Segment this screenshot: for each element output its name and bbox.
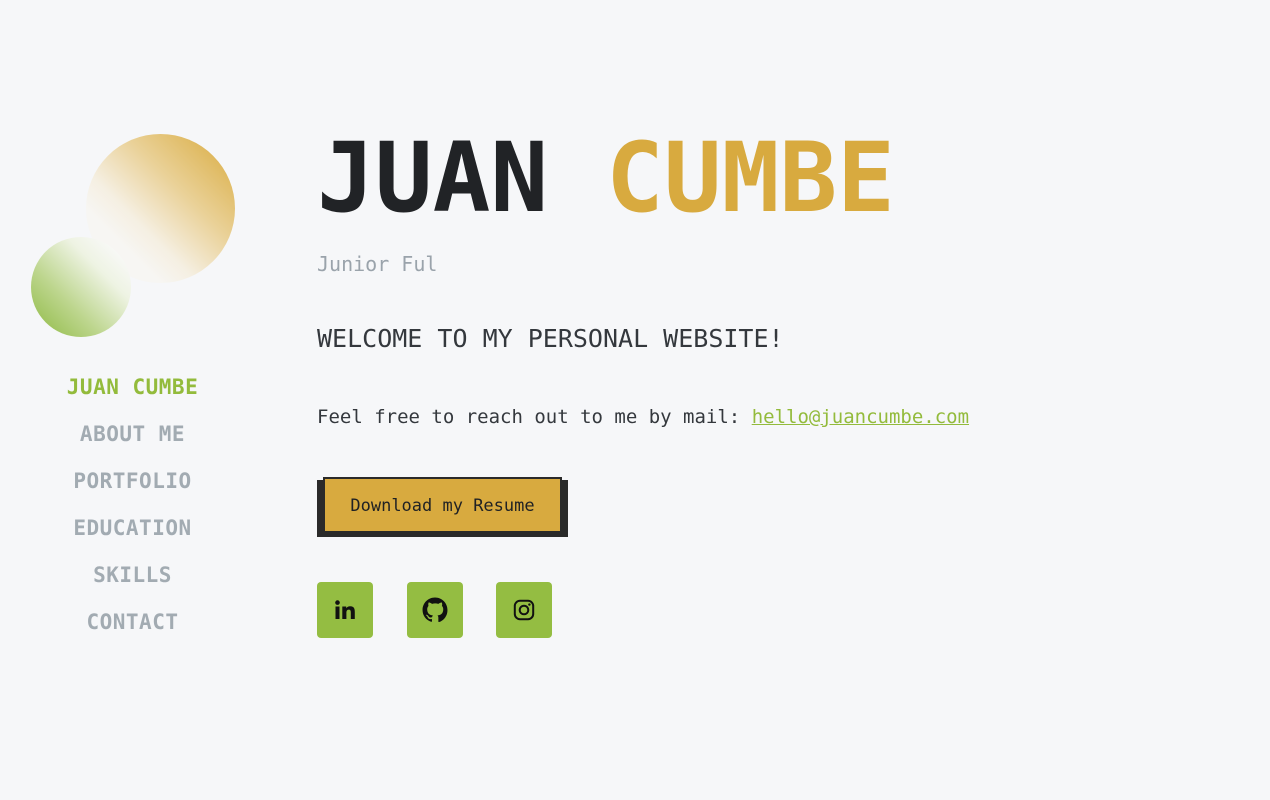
nav-item-portfolio[interactable]: PORTFOLIO xyxy=(0,466,265,513)
instagram-button[interactable] xyxy=(496,582,552,638)
hero-last-name: CUMBE xyxy=(605,122,895,234)
nav-item-about-me[interactable]: ABOUT ME xyxy=(0,419,265,466)
welcome-heading: WELCOME TO MY PERSONAL WEBSITE! xyxy=(317,324,784,353)
contact-text: Feel free to reach out to me by mail: xyxy=(317,406,752,428)
linkedin-icon xyxy=(335,600,355,619)
github-icon xyxy=(422,597,448,623)
hero-title: JUAN CUMBE xyxy=(317,118,895,238)
main-content: JUAN CUMBE Junior Ful WELCOME TO MY PERS… xyxy=(317,0,1217,800)
email-link[interactable]: hello@juancumbe.com xyxy=(752,406,969,428)
page: JUAN CUMBE ABOUT ME PORTFOLIO EDUCATION … xyxy=(0,0,1270,800)
github-button[interactable] xyxy=(407,582,463,638)
contact-line: Feel free to reach out to me by mail: he… xyxy=(317,404,969,430)
instagram-icon xyxy=(513,599,535,621)
nav-item-education[interactable]: EDUCATION xyxy=(0,513,265,560)
sidebar: JUAN CUMBE ABOUT ME PORTFOLIO EDUCATION … xyxy=(0,0,265,800)
nav-item-home[interactable]: JUAN CUMBE xyxy=(0,372,265,419)
linkedin-button[interactable] xyxy=(317,582,373,638)
download-resume-button[interactable]: Download my Resume xyxy=(323,477,562,533)
hero-subtitle: Junior Ful xyxy=(317,252,438,276)
sidebar-nav: JUAN CUMBE ABOUT ME PORTFOLIO EDUCATION … xyxy=(0,372,265,654)
nav-item-contact[interactable]: CONTACT xyxy=(0,607,265,654)
hero-first-name: JUAN xyxy=(317,122,549,234)
green-orb-decoration xyxy=(31,237,131,337)
nav-item-skills[interactable]: SKILLS xyxy=(0,560,265,607)
